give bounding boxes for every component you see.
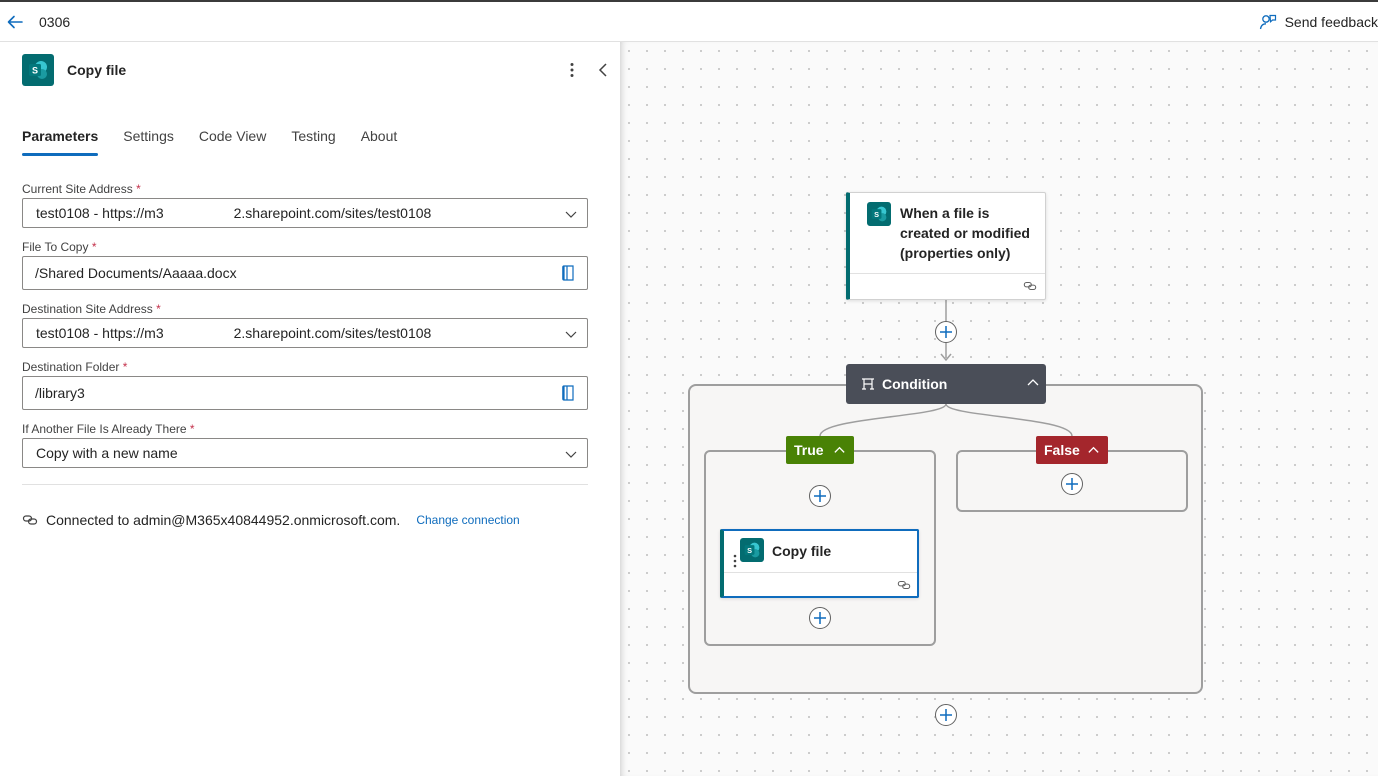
svg-text:S: S <box>32 66 38 76</box>
destination-site-label: Destination Site Address * <box>22 302 161 316</box>
destination-folder-label: Destination Folder * <box>22 360 127 374</box>
connection-text: Connected to admin@M365x40844952.onmicro… <box>46 512 401 528</box>
card-separator <box>850 273 1045 274</box>
condition-label: Condition <box>882 376 948 392</box>
chevron-up-icon[interactable] <box>1026 376 1040 390</box>
false-label: False <box>1044 442 1080 458</box>
feedback-icon <box>1259 14 1276 30</box>
send-feedback-button[interactable]: Send feedback <box>1259 10 1378 34</box>
chevron-down-icon <box>565 331 577 338</box>
condition-icon <box>862 378 874 390</box>
current-site-label-text: Current Site Address <box>22 182 133 196</box>
copy-file-title: Copy file <box>772 543 832 559</box>
destination-site-label-text: Destination Site Address <box>22 302 153 316</box>
action-properties-panel: S Copy file Parameters Settings Code Vie… <box>0 42 620 776</box>
more-icon[interactable] <box>732 553 738 569</box>
destination-site-value: test0108 - https://m3 2.sharepoint.com/s… <box>36 325 432 341</box>
if-exists-dropdown[interactable]: Copy with a new name <box>22 438 588 468</box>
file-to-copy-label: File To Copy * <box>22 240 97 254</box>
file-to-copy-label-text: File To Copy <box>22 240 89 254</box>
collapse-icon[interactable] <box>594 60 612 80</box>
copy-file-card[interactable]: S Copy file <box>720 529 919 598</box>
trigger-card[interactable]: S When a file is created or modified (pr… <box>846 192 1046 300</box>
current-site-label: Current Site Address * <box>22 182 141 196</box>
required-marker: * <box>189 422 195 436</box>
add-step-button[interactable] <box>809 607 831 629</box>
required-marker: * <box>91 240 97 254</box>
tab-testing[interactable]: Testing <box>291 128 335 156</box>
tab-parameters[interactable]: Parameters <box>22 128 99 156</box>
current-site-dropdown[interactable]: test0108 - https://m3 2.sharepoint.com/s… <box>22 198 588 228</box>
plus-icon <box>940 709 952 721</box>
more-icon[interactable] <box>562 60 582 80</box>
file-picker-icon[interactable] <box>561 264 577 282</box>
condition-header[interactable]: Condition <box>846 364 1046 404</box>
plus-icon <box>1066 478 1078 490</box>
if-exists-value: Copy with a new name <box>36 445 178 461</box>
true-branch-header[interactable]: True <box>786 436 854 464</box>
sharepoint-icon: S <box>22 54 54 86</box>
add-step-button[interactable] <box>935 704 957 726</box>
file-to-copy-input[interactable]: /Shared Documents/Aaaaa.docx <box>22 256 588 290</box>
tab-code-view[interactable]: Code View <box>199 128 266 156</box>
if-exists-label-text: If Another File Is Already There <box>22 422 187 436</box>
connection-info: Connected to admin@M365x40844952.onmicro… <box>22 512 520 528</box>
panel-header: S Copy file <box>22 54 126 86</box>
chevron-down-icon <box>565 451 577 458</box>
plus-icon <box>940 326 952 338</box>
destination-folder-input[interactable]: /library3 <box>22 376 588 410</box>
flow-canvas[interactable]: S When a file is created or modified (pr… <box>620 42 1378 776</box>
change-connection-link[interactable]: Change connection <box>416 513 519 527</box>
required-marker: * <box>122 360 128 374</box>
link-icon <box>22 515 38 525</box>
destination-folder-label-text: Destination Folder <box>22 360 120 374</box>
chevron-down-icon <box>565 211 577 218</box>
sharepoint-icon: S <box>740 538 764 562</box>
panel-title: Copy file <box>67 62 127 78</box>
divider <box>22 484 588 485</box>
sharepoint-icon: S <box>867 202 891 226</box>
flow-name: 0306 <box>39 14 71 30</box>
file-picker-icon[interactable] <box>561 384 577 402</box>
back-arrow-icon[interactable] <box>4 11 26 33</box>
send-feedback-label: Send feedback <box>1284 14 1378 30</box>
top-bar: 0306 Send feedback <box>0 0 1378 42</box>
link-icon <box>1023 281 1037 291</box>
required-marker: * <box>156 302 161 316</box>
plus-icon <box>814 490 826 502</box>
add-step-button[interactable] <box>1061 473 1083 495</box>
svg-text:S: S <box>874 210 879 219</box>
file-to-copy-value: /Shared Documents/Aaaaa.docx <box>35 265 237 281</box>
tab-settings[interactable]: Settings <box>123 128 174 156</box>
chevron-up-icon[interactable] <box>833 444 846 457</box>
if-exists-label: If Another File Is Already There * <box>22 422 195 436</box>
false-branch-header[interactable]: False <box>1036 436 1108 464</box>
add-step-button[interactable] <box>809 485 831 507</box>
chevron-up-icon[interactable] <box>1087 444 1100 457</box>
panel-tabs: Parameters Settings Code View Testing Ab… <box>22 128 397 156</box>
destination-folder-value: /library3 <box>35 385 85 401</box>
current-site-value: test0108 - https://m3 2.sharepoint.com/s… <box>36 205 432 221</box>
connector-lines <box>814 300 1073 607</box>
svg-text:S: S <box>747 546 752 555</box>
true-label: True <box>794 442 824 458</box>
add-step-button[interactable] <box>935 321 957 343</box>
plus-icon <box>814 612 826 624</box>
required-marker: * <box>136 182 141 196</box>
destination-site-dropdown[interactable]: test0108 - https://m3 2.sharepoint.com/s… <box>22 318 588 348</box>
tab-about[interactable]: About <box>361 128 398 156</box>
link-icon <box>897 580 911 590</box>
trigger-title: When a file is created or modified (prop… <box>900 205 1030 261</box>
card-separator <box>724 572 917 573</box>
